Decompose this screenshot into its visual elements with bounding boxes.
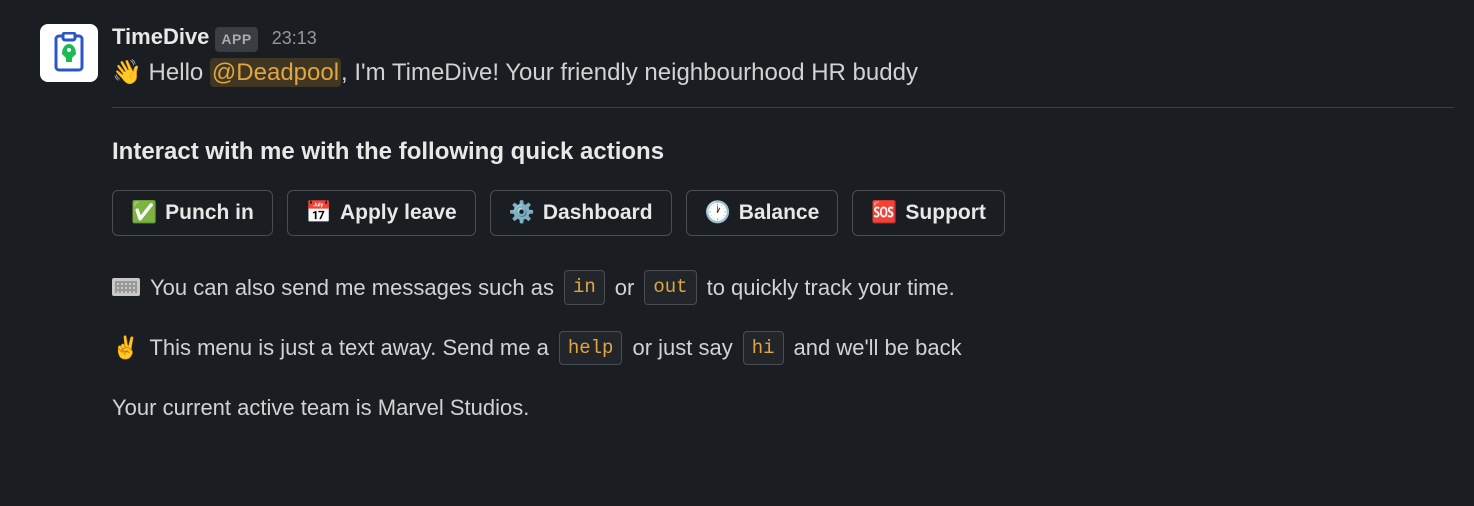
greeting-pre: Hello: [142, 59, 210, 86]
button-label: Punch in: [165, 201, 254, 225]
message-content: TimeDive APP 23:13 👋 Hello @Deadpool, I'…: [112, 20, 1454, 424]
info2-mid: or just say: [632, 331, 732, 364]
wave-emoji-icon: 👋: [112, 59, 142, 86]
info-line-messages: You can also send me messages such as in…: [112, 270, 1454, 305]
section-title: Interact with me with the following quic…: [112, 134, 1454, 170]
app-badge: APP: [215, 27, 257, 52]
info2-pre: This menu is just a text away. Send me a: [149, 331, 548, 364]
code-hi: hi: [743, 331, 784, 366]
peace-emoji-icon: ✌️: [112, 331, 139, 364]
dashboard-button[interactable]: ⚙️ Dashboard: [490, 190, 672, 236]
sender-name[interactable]: TimeDive: [112, 20, 209, 53]
code-help: help: [559, 331, 623, 366]
slack-message: TimeDive APP 23:13 👋 Hello @Deadpool, I'…: [40, 20, 1454, 424]
greeting-line: 👋 Hello @Deadpool, I'm TimeDive! Your fr…: [112, 55, 1454, 108]
app-avatar[interactable]: [40, 24, 98, 82]
action-button-row: ✅ Punch in 📅 Apply leave ⚙️ Dashboard 🕐 …: [112, 190, 1454, 236]
calendar-emoji-icon: 📅: [306, 201, 332, 225]
punch-in-button[interactable]: ✅ Punch in: [112, 190, 273, 236]
balance-button[interactable]: 🕐 Balance: [686, 190, 839, 236]
check-emoji-icon: ✅: [131, 201, 157, 225]
code-in: in: [564, 270, 605, 305]
info2-post: and we'll be back: [794, 331, 962, 364]
support-button[interactable]: 🆘 Support: [852, 190, 1005, 236]
info-line-help: ✌️ This menu is just a text away. Send m…: [112, 331, 1454, 366]
message-header: TimeDive APP 23:13: [112, 20, 1454, 53]
info1-post: to quickly track your time.: [707, 271, 955, 304]
code-out: out: [644, 270, 696, 305]
button-label: Dashboard: [543, 201, 653, 225]
clock-emoji-icon: 🕐: [705, 201, 731, 225]
user-mention[interactable]: @Deadpool: [210, 58, 341, 87]
sos-emoji-icon: 🆘: [871, 201, 897, 225]
keyboard-icon: [112, 278, 140, 296]
button-label: Support: [905, 201, 985, 225]
greeting-post: , I'm TimeDive! Your friendly neighbourh…: [341, 59, 918, 86]
info1-mid: or: [615, 271, 635, 304]
gear-emoji-icon: ⚙️: [509, 201, 535, 225]
info1-pre: You can also send me messages such as: [150, 271, 554, 304]
timestamp[interactable]: 23:13: [272, 25, 317, 52]
clipboard-rocket-icon: [48, 32, 90, 74]
apply-leave-button[interactable]: 📅 Apply leave: [287, 190, 476, 236]
team-line: Your current active team is Marvel Studi…: [112, 391, 1454, 424]
button-label: Balance: [739, 201, 820, 225]
button-label: Apply leave: [340, 201, 457, 225]
